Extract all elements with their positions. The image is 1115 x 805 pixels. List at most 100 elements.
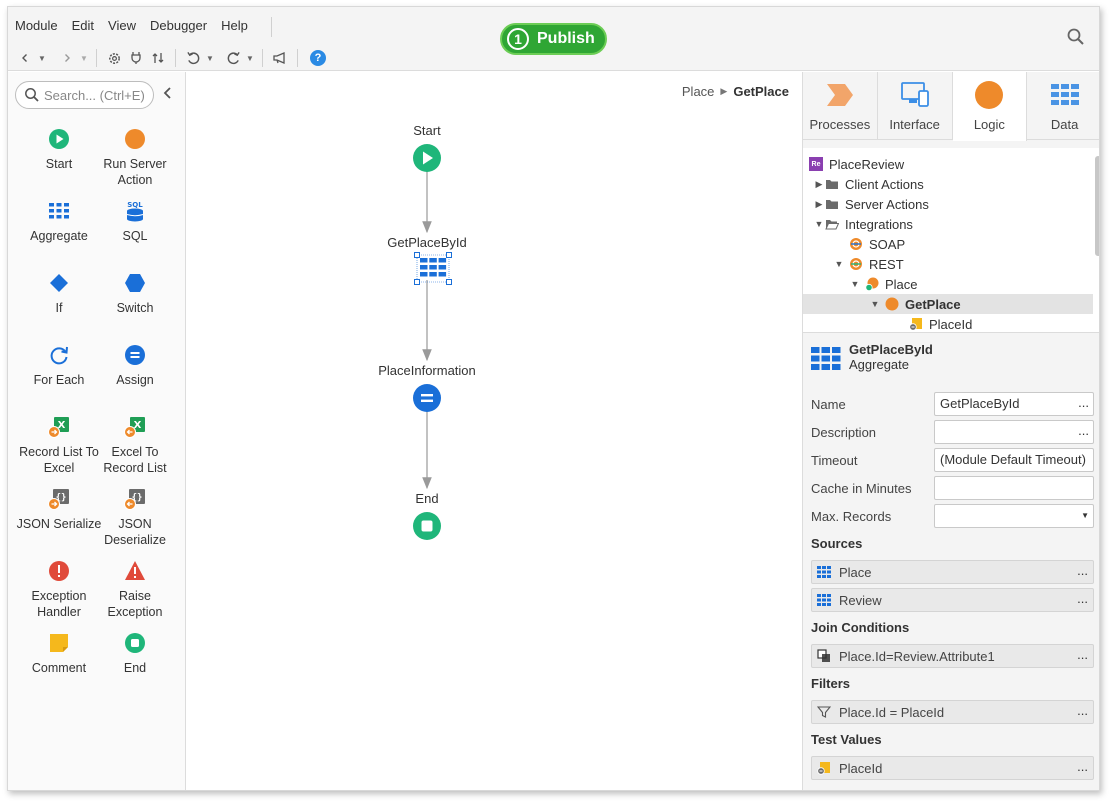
chevron-left-icon	[163, 87, 171, 99]
ellipsis-button[interactable]: ...	[1077, 759, 1088, 774]
node-aggregate[interactable]	[414, 252, 454, 286]
rest-service-icon	[850, 258, 862, 270]
flow-connectors	[422, 168, 432, 490]
tree-item-rest[interactable]: ▼ REST	[803, 254, 1093, 274]
tool-switch[interactable]: Switch	[90, 272, 180, 316]
tool-sql[interactable]: SQL SQL	[90, 200, 180, 244]
if-icon	[50, 274, 68, 292]
publish-count-badge: 1	[507, 28, 529, 50]
compare-merge-button[interactable]	[147, 47, 169, 69]
raise-exception-icon	[125, 561, 145, 580]
gear-icon	[108, 52, 120, 64]
comment-icon	[50, 634, 68, 652]
source-item-review[interactable]: Review ...	[811, 588, 1094, 612]
tree-item-server-actions[interactable]: ▶ Server Actions	[803, 194, 1093, 214]
redo-button[interactable]	[222, 47, 244, 69]
collapse-arrow-icon[interactable]: ▼	[849, 279, 861, 289]
name-field[interactable]: GetPlaceById...	[934, 392, 1094, 416]
tool-assign[interactable]: Assign	[90, 344, 180, 388]
help-icon[interactable]: ?	[310, 50, 326, 66]
ellipsis-button[interactable]: ...	[1077, 563, 1088, 578]
tree-scrollbar[interactable]	[1095, 156, 1099, 256]
node-end[interactable]	[412, 511, 442, 541]
tree-item-client-actions[interactable]: ▶ Client Actions	[803, 174, 1093, 194]
toolbar: ▼ ▼ ▼ ▼ ?	[14, 47, 326, 69]
max-records-select[interactable]: ▼	[934, 504, 1094, 528]
join-condition-item[interactable]: Place.Id=Review.Attribute1 ...	[811, 644, 1094, 668]
tab-processes[interactable]: Processes	[803, 72, 878, 140]
join-condition-label: Place.Id=Review.Attribute1	[839, 648, 995, 664]
plugin-button[interactable]	[125, 47, 147, 69]
menu-edit[interactable]: Edit	[65, 15, 101, 37]
test-value-item[interactable]: PlaceId ...	[811, 756, 1094, 780]
tool-label: Aggregate	[30, 229, 88, 243]
tree-item-placeid[interactable]: PlaceId	[803, 314, 1093, 334]
source-item-place[interactable]: Place ...	[811, 560, 1094, 584]
tool-run-server-action[interactable]: Run Server Action	[90, 128, 180, 188]
collapse-toolbox-button[interactable]	[162, 86, 178, 104]
tab-data[interactable]: Data	[1027, 72, 1099, 140]
tree-item-integrations[interactable]: ▼ Integrations	[803, 214, 1093, 234]
menu-module[interactable]: Module	[8, 15, 65, 37]
prop-row-timeout: Timeout (Module Default Timeout)	[811, 448, 1095, 472]
tab-interface[interactable]: Interface	[878, 72, 953, 140]
tab-logic[interactable]: Logic	[952, 72, 1028, 141]
global-search-button[interactable]	[1066, 27, 1088, 49]
ellipsis-button[interactable]: ...	[1077, 703, 1088, 718]
ellipsis-button[interactable]: ...	[1078, 395, 1089, 410]
properties-panel: GetPlaceById Aggregate Name GetPlaceById…	[803, 334, 1099, 790]
description-field[interactable]: ...	[934, 420, 1094, 444]
ellipsis-button[interactable]: ...	[1077, 647, 1088, 662]
flow-canvas[interactable]: Place ▶ GetPlace Start GetPlaceById Plac…	[187, 72, 801, 790]
undo-button[interactable]	[182, 47, 204, 69]
toolbox-search[interactable]	[15, 81, 154, 109]
expand-arrow-icon[interactable]: ▶	[813, 199, 825, 210]
tool-raise-exception[interactable]: Raise Exception	[90, 560, 180, 620]
node-assign[interactable]	[412, 383, 442, 413]
node-start[interactable]	[412, 143, 442, 173]
tree-item-label: Client Actions	[845, 176, 924, 192]
ellipsis-button[interactable]: ...	[1077, 591, 1088, 606]
tree-item-module[interactable]: Re PlaceReview	[803, 154, 1093, 174]
undo-dropdown[interactable]: ▼	[204, 47, 216, 69]
back-button[interactable]	[14, 47, 36, 69]
forward-history-dropdown[interactable]: ▼	[78, 47, 90, 69]
tool-label: Raise Exception	[107, 589, 163, 619]
properties-title: GetPlaceById	[849, 342, 933, 357]
tree-item-label: REST	[869, 256, 904, 272]
menu-view[interactable]: View	[101, 15, 143, 37]
search-icon	[1067, 28, 1084, 45]
entity-table-icon	[817, 594, 831, 606]
tree-item-label: SOAP	[869, 236, 906, 252]
back-history-dropdown[interactable]: ▼	[36, 47, 48, 69]
processes-icon	[826, 84, 853, 106]
tab-label: Processes	[809, 117, 871, 132]
expand-arrow-icon[interactable]: ▶	[813, 179, 825, 190]
tool-json-deserialize[interactable]: {} JSON Deserialize	[90, 488, 180, 548]
collapse-arrow-icon[interactable]: ▼	[833, 259, 845, 269]
tool-label: Comment	[31, 661, 87, 675]
filter-item[interactable]: Place.Id = PlaceId ...	[811, 700, 1094, 724]
menu-debugger[interactable]: Debugger	[143, 15, 214, 37]
settings-button[interactable]	[103, 47, 125, 69]
tree-item-place[interactable]: ▼ Place	[803, 274, 1093, 294]
tool-label: For Each	[33, 373, 85, 387]
redo-dropdown[interactable]: ▼	[244, 47, 256, 69]
tree-item-getplace[interactable]: ▼ GetPlace	[803, 294, 1093, 314]
toolbox-search-input[interactable]	[44, 87, 149, 103]
timeout-field[interactable]: (Module Default Timeout)	[934, 448, 1094, 472]
filter-funnel-icon	[817, 706, 831, 718]
collapse-arrow-icon[interactable]: ▼	[869, 299, 881, 309]
soap-service-icon	[850, 238, 862, 250]
announce-button[interactable]	[269, 47, 291, 69]
tree-item-soap[interactable]: SOAP	[803, 234, 1093, 254]
menu-help[interactable]: Help	[214, 15, 255, 37]
cache-minutes-field[interactable]	[934, 476, 1094, 500]
tool-end[interactable]: End	[90, 632, 180, 676]
ellipsis-button[interactable]: ...	[1078, 423, 1089, 438]
tool-excel-to-record-list[interactable]: X Excel To Record List	[90, 416, 180, 476]
forward-button[interactable]	[56, 47, 78, 69]
collapse-arrow-icon[interactable]: ▼	[813, 219, 825, 229]
publish-button[interactable]: 1 Publish	[500, 23, 607, 55]
chevron-down-icon[interactable]: ▼	[1081, 511, 1089, 520]
